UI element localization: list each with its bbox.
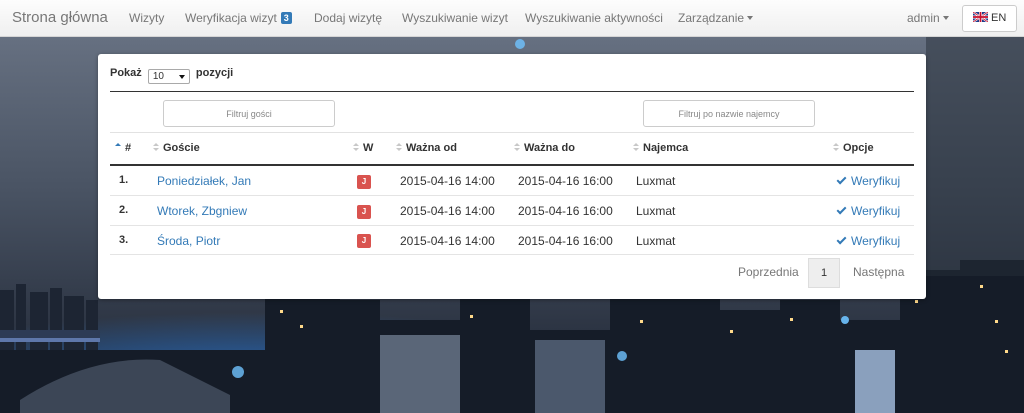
header-divider — [110, 164, 914, 166]
verify-button[interactable]: Weryfikuj — [836, 234, 901, 248]
top-navbar: Strona główna Wizyty Weryfikacja wizyt 3 … — [0, 0, 1024, 37]
valid-to-value: 2015-04-16 16:00 — [518, 204, 613, 218]
sort-icon — [153, 143, 159, 152]
sort-icon — [514, 143, 520, 152]
chevron-down-icon — [942, 16, 949, 20]
pagination-previous[interactable]: Poprzednia — [738, 265, 799, 279]
valid-to-value: 2015-04-16 16:00 — [518, 174, 613, 188]
guest-name-link[interactable]: Wtorek, Zbgniew — [157, 204, 247, 218]
column-label: Najemca — [643, 142, 689, 154]
column-label: Ważna do — [524, 142, 575, 154]
column-label: # — [125, 142, 132, 154]
verify-label: Weryfikuj — [851, 204, 901, 218]
user-name: admin — [907, 11, 940, 25]
pagination-page-1[interactable]: 1 — [808, 258, 840, 288]
check-icon — [836, 204, 847, 215]
verify-button[interactable]: Weryfikuj — [836, 174, 901, 188]
valid-to-value: 2015-04-16 16:00 — [518, 234, 613, 248]
column-header-w[interactable]: W — [353, 142, 373, 154]
tenant-value: Luxmat — [636, 234, 676, 248]
nav-visit-verification[interactable]: Weryfikacja wizyt 3 — [185, 11, 292, 25]
column-label: Goście — [163, 142, 200, 154]
brand-home-link[interactable]: Strona główna — [12, 9, 108, 26]
filter-guests-input[interactable]: Filtruj gości — [163, 100, 335, 127]
chevron-down-icon — [747, 16, 754, 20]
sort-icon — [833, 143, 839, 152]
guest-name-link[interactable]: Środa, Piotr — [157, 234, 220, 248]
verify-label: Weryfikuj — [851, 174, 901, 188]
check-icon — [836, 234, 847, 245]
show-label: Pokaż — [110, 67, 142, 79]
row-number: 2. — [119, 204, 129, 216]
nav-visits[interactable]: Wizyty — [129, 11, 164, 25]
tenant-value: Luxmat — [636, 174, 676, 188]
user-menu-dropdown[interactable]: admin — [907, 11, 949, 25]
sort-icon — [396, 143, 402, 152]
nav-management-label: Zarządzanie — [678, 11, 745, 25]
column-header-guests[interactable]: Goście — [153, 142, 200, 154]
row-divider — [110, 254, 914, 255]
verify-button[interactable]: Weryfikuj — [836, 204, 901, 218]
divider — [110, 91, 914, 92]
page-size-control: Pokaż 10 pozycji — [110, 67, 233, 84]
row-number: 1. — [119, 174, 129, 186]
dropdown-arrow-icon — [178, 75, 185, 79]
column-label: Ważna od — [406, 142, 457, 154]
column-label: Opcje — [843, 142, 874, 154]
valid-from-value: 2015-04-16 14:00 — [400, 204, 495, 218]
column-header-valid-to[interactable]: Ważna do — [514, 142, 575, 154]
entries-label: pozycji — [195, 67, 234, 79]
divider — [110, 132, 914, 133]
check-icon — [836, 174, 847, 185]
row-divider — [110, 195, 914, 196]
visits-table-panel: Pokaż 10 pozycji Filtruj gości Filtruj p… — [98, 54, 926, 299]
nav-search-activities[interactable]: Wyszukiwanie aktywności — [525, 11, 663, 25]
nav-add-visit[interactable]: Dodaj wizytę — [314, 11, 382, 25]
sort-ascending-icon — [115, 143, 121, 152]
row-number: 3. — [119, 234, 129, 246]
w-status-badge: J — [357, 205, 371, 219]
column-header-number[interactable]: # — [115, 142, 131, 154]
language-switch-button[interactable]: EN — [962, 5, 1017, 32]
guest-name-link[interactable]: Poniedziałek, Jan — [157, 174, 251, 188]
pagination-next[interactable]: Następna — [853, 265, 904, 279]
column-header-tenant[interactable]: Najemca — [633, 142, 688, 154]
column-label: W — [363, 142, 374, 154]
column-header-options[interactable]: Opcje — [833, 142, 874, 154]
tenant-value: Luxmat — [636, 204, 676, 218]
column-header-valid-from[interactable]: Ważna od — [396, 142, 457, 154]
filter-tenant-input[interactable]: Filtruj po nazwie najemcy — [643, 100, 815, 127]
valid-from-value: 2015-04-16 14:00 — [400, 174, 495, 188]
w-status-badge: J — [357, 175, 371, 189]
nav-search-visits[interactable]: Wyszukiwanie wizyt — [402, 11, 508, 25]
valid-from-value: 2015-04-16 14:00 — [400, 234, 495, 248]
w-status-badge: J — [357, 234, 371, 248]
sort-icon — [353, 143, 359, 152]
uk-flag-icon — [973, 12, 988, 22]
language-label: EN — [991, 12, 1007, 24]
pending-count-badge: 3 — [280, 12, 292, 24]
row-divider — [110, 225, 914, 226]
verify-label: Weryfikuj — [851, 234, 901, 248]
nav-management-dropdown[interactable]: Zarządzanie — [678, 11, 754, 25]
page-size-value: 10 — [152, 71, 164, 82]
sort-icon — [633, 143, 639, 152]
page-size-select[interactable]: 10 — [147, 69, 190, 84]
nav-visit-verification-label: Weryfikacja wizyt — [185, 11, 277, 25]
